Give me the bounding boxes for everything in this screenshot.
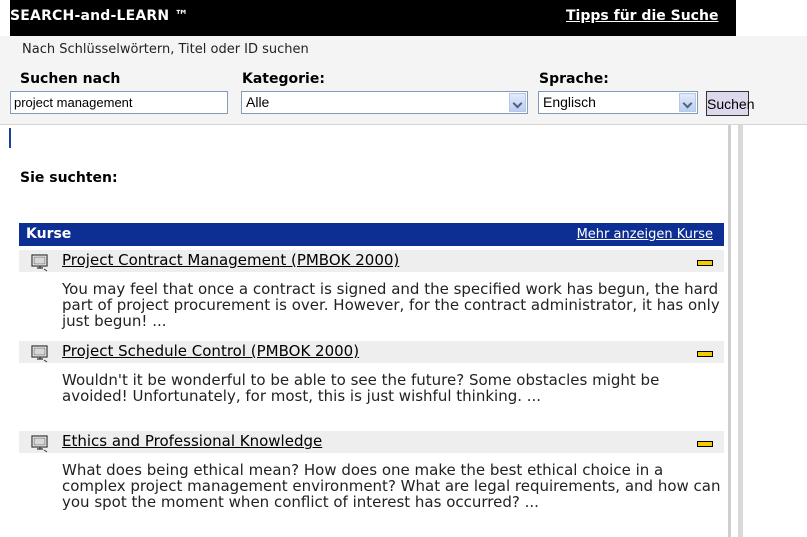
course-title-link[interactable]: Ethics and Professional Knowledge [62, 432, 322, 450]
category-select[interactable]: Alle [241, 91, 528, 114]
course-title-link[interactable]: Project Schedule Control (PMBOK 2000) [62, 342, 359, 360]
search-hint: Nach Schlüsselwörtern, Titel oder ID suc… [22, 42, 309, 57]
brand-title: SEARCH-and-LEARN ™ [10, 8, 189, 24]
level-indicator-icon [697, 441, 713, 447]
category-label: Kategorie: [242, 71, 325, 87]
course-title-link[interactable]: Project Contract Management (PMBOK 2000) [62, 251, 399, 269]
show-more-courses-link[interactable]: Mehr anzeigen Kurse [577, 227, 713, 242]
language-selected-value: Englisch [543, 94, 596, 110]
you-searched-label: Sie suchten: [20, 170, 118, 186]
chevron-down-icon[interactable] [679, 93, 696, 112]
course-description: Wouldn't it be wonderful to be able to s… [62, 371, 660, 405]
category-selected-value: Alle [246, 94, 270, 110]
result-row-header: Ethics and Professional Knowledge [19, 431, 724, 453]
search-tips-link[interactable]: Tipps für die Suche [566, 8, 718, 24]
language-label: Sprache: [539, 71, 609, 87]
search-button-label: Suchen [707, 95, 755, 112]
left-accent-mark [9, 128, 11, 148]
query-label: Suchen nach [20, 71, 121, 87]
course-monitor-icon [31, 254, 48, 272]
right-divider [728, 125, 731, 537]
chevron-down-icon[interactable] [509, 93, 526, 112]
course-monitor-icon [31, 435, 48, 453]
result-row-header: Project Schedule Control (PMBOK 2000) [19, 341, 724, 363]
right-scroll-track [738, 125, 743, 537]
search-input[interactable] [10, 91, 228, 114]
result-row-header: Project Contract Management (PMBOK 2000) [19, 250, 724, 272]
course-monitor-icon [31, 345, 48, 363]
language-select[interactable]: Englisch [538, 91, 698, 114]
level-indicator-icon [697, 351, 713, 357]
course-description: What does being ethical mean? How does o… [62, 461, 721, 511]
courses-section-header: Kurse Mehr anzeigen Kurse [19, 223, 724, 246]
section-title: Kurse [26, 226, 72, 242]
level-indicator-icon [697, 260, 713, 266]
search-button[interactable]: Suchen [706, 91, 755, 116]
course-description: You may feel that once a contract is sig… [62, 280, 720, 330]
